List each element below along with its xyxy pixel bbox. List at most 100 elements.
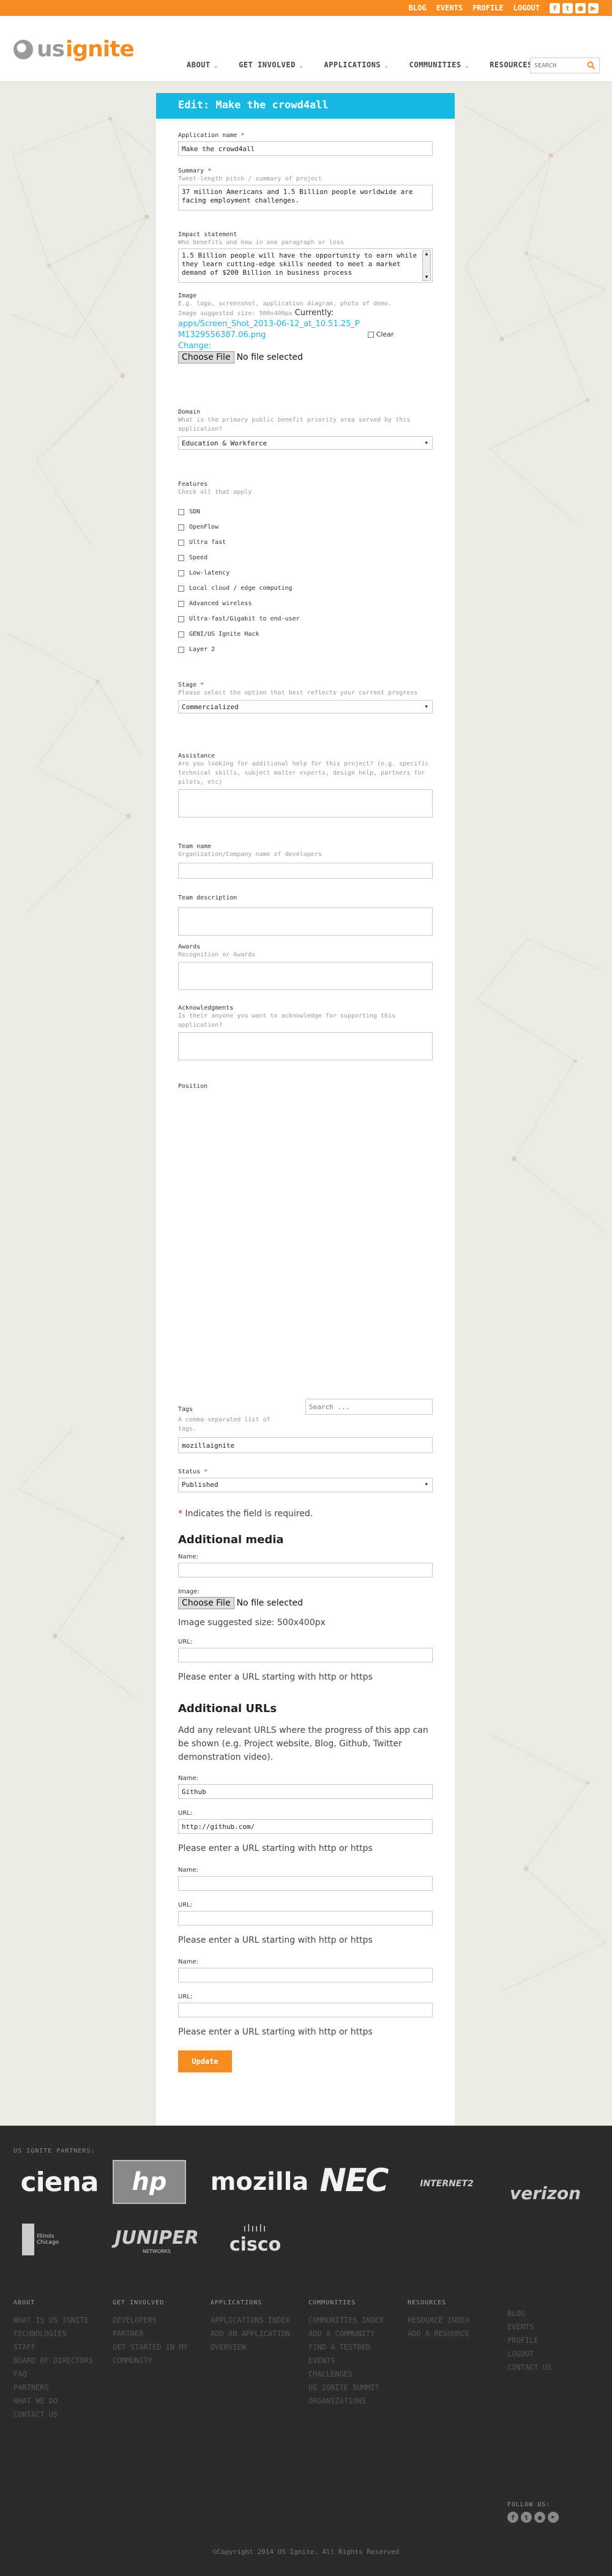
awards-textarea[interactable]: [178, 962, 433, 990]
footer-link[interactable]: FIND A TESTBED: [308, 2340, 406, 2354]
media-name-input[interactable]: [178, 1563, 433, 1577]
feature-option[interactable]: Layer 2: [178, 642, 300, 657]
footer-link[interactable]: CONTACT US: [13, 2408, 111, 2421]
footer-link[interactable]: ADD A RESOURCE: [408, 2327, 506, 2340]
flickr-icon[interactable]: ●: [534, 2512, 545, 2523]
partner-logo-hp[interactable]: hp: [113, 2160, 186, 2204]
url-entry-name-input[interactable]: [178, 1876, 433, 1891]
nav-get-involved[interactable]: GET INVOLVED ⌄: [239, 61, 303, 69]
footer-link[interactable]: EVENTS: [507, 2320, 605, 2334]
feature-checkbox[interactable]: [178, 585, 184, 592]
media-choose-file-button[interactable]: Choose File: [178, 1597, 234, 1609]
nav-about[interactable]: ABOUT ⌄: [187, 61, 218, 69]
partner-logo-juniper[interactable]: JUNIPER NETWORKS: [114, 2224, 200, 2258]
partner-logo-ciena[interactable]: ciena: [13, 2165, 105, 2199]
feature-option[interactable]: OpenFlow: [178, 519, 300, 535]
media-url-input[interactable]: [178, 1648, 433, 1662]
team-description-textarea[interactable]: [178, 907, 433, 936]
site-search-input[interactable]: [531, 62, 583, 69]
footer-link[interactable]: GET STARTED IN MY COMMUNITY: [113, 2340, 211, 2367]
footer-link[interactable]: CONTACT US: [507, 2361, 605, 2374]
url-entry-name-input[interactable]: [178, 1968, 433, 1982]
scroll-up-icon[interactable]: ▲: [423, 251, 430, 257]
domain-select[interactable]: Education & Workforce: [178, 436, 433, 450]
feature-option[interactable]: Ultra-fast/Gigabit to end-user: [178, 611, 300, 627]
footer-link[interactable]: LOGOUT: [507, 2347, 605, 2361]
footer-link[interactable]: ORGANIZATIONS: [308, 2394, 406, 2408]
search-icon[interactable]: [583, 58, 599, 73]
feature-checkbox[interactable]: [178, 616, 184, 622]
topbar-blog-link[interactable]: BLOG: [409, 4, 427, 12]
footer-link[interactable]: WHAT IS US IGNITE: [13, 2314, 111, 2327]
topbar-profile-link[interactable]: PROFILE: [472, 4, 504, 12]
tags-search-input[interactable]: [305, 1399, 433, 1415]
flickr-icon[interactable]: ●: [575, 2, 586, 13]
impact-scrollbar[interactable]: ▲ ▼: [422, 250, 431, 281]
twitter-icon[interactable]: t: [562, 2, 573, 13]
url-entry-name-input[interactable]: [178, 1784, 433, 1799]
footer-link[interactable]: EVENTS: [308, 2354, 406, 2367]
footer-link[interactable]: ADD AN APPLICATION: [211, 2327, 308, 2340]
assistance-textarea[interactable]: [178, 789, 433, 817]
footer-link[interactable]: PARTNER: [113, 2327, 211, 2340]
feature-checkbox[interactable]: [178, 570, 184, 576]
url-entry-url-input[interactable]: [178, 1819, 433, 1834]
scroll-down-icon[interactable]: ▼: [423, 274, 430, 280]
footer-link[interactable]: RESOURCE INDEX: [408, 2314, 506, 2327]
footer-link[interactable]: WHAT WE DO: [13, 2394, 111, 2408]
feature-option[interactable]: GENI/US Ignite Hack: [178, 627, 300, 642]
image-clear-checkbox[interactable]: [367, 331, 374, 338]
stage-select[interactable]: Commercialized: [178, 700, 433, 713]
footer-link[interactable]: BOARD OF DIRECTORS: [13, 2354, 111, 2367]
acknowledgments-textarea[interactable]: [178, 1032, 433, 1060]
footer-link[interactable]: ADD A COMMUNITY: [308, 2327, 406, 2340]
footer-link[interactable]: TECHNOLOGIES: [13, 2327, 111, 2340]
url-entry-url-input[interactable]: [178, 1911, 433, 1926]
footer-link[interactable]: APPLICATIONS INDEX: [211, 2314, 308, 2327]
feature-option[interactable]: Local cloud / edge computing: [178, 581, 300, 596]
app-name-input[interactable]: [178, 141, 433, 156]
facebook-icon[interactable]: f: [507, 2512, 518, 2523]
feature-checkbox[interactable]: [178, 646, 184, 653]
feature-checkbox[interactable]: [178, 600, 184, 607]
position-map-area[interactable]: [178, 1090, 433, 1396]
summary-textarea[interactable]: 37 million Americans and 1.5 Billion peo…: [178, 185, 433, 210]
feature-checkbox[interactable]: [178, 508, 184, 515]
update-button[interactable]: Update: [178, 2050, 232, 2072]
impact-textarea[interactable]: 1.5 Billion people will have the opportu…: [178, 248, 433, 283]
partner-logo-illinois[interactable]: Illinois Chicago: [22, 2224, 95, 2255]
feature-checkbox[interactable]: [178, 554, 184, 561]
footer-link[interactable]: STAFF: [13, 2340, 111, 2354]
feature-checkbox[interactable]: [178, 631, 184, 638]
youtube-icon[interactable]: ▶: [588, 2, 599, 13]
image-choose-file-button[interactable]: Choose File: [178, 351, 234, 363]
footer-link[interactable]: PROFILE: [507, 2334, 605, 2347]
twitter-icon[interactable]: t: [521, 2512, 532, 2523]
footer-link[interactable]: DEVELOPERS: [113, 2314, 211, 2327]
topbar-events-link[interactable]: EVENTS: [436, 4, 463, 12]
footer-link[interactable]: US IGNITE SUMMIT: [308, 2381, 406, 2394]
nav-applications[interactable]: APPLICATIONS ⌄: [324, 61, 388, 69]
footer-link[interactable]: BLOG: [507, 2307, 605, 2320]
partner-logo-verizon[interactable]: verizon: [507, 2180, 584, 2206]
footer-link[interactable]: CHALLENGES: [308, 2367, 406, 2381]
feature-option[interactable]: Speed: [178, 550, 300, 565]
partner-logo-cisco[interactable]: ılıılı cisco: [222, 2220, 289, 2258]
feature-option[interactable]: Ultra fast: [178, 535, 300, 550]
status-select[interactable]: Published: [178, 1478, 433, 1492]
nav-communities[interactable]: COMMUNITIES ⌄: [409, 61, 469, 69]
image-current-file-link[interactable]: apps/Screen_Shot_2013-06-12_at_10.51.25_…: [178, 319, 360, 340]
us-ignite-logo[interactable]: us ignite: [13, 37, 135, 62]
partner-logo-mozilla[interactable]: mozilla: [211, 2165, 309, 2199]
feature-option[interactable]: Low-latency: [178, 565, 300, 581]
team-name-input[interactable]: [178, 863, 433, 879]
feature-option[interactable]: SDN: [178, 504, 300, 519]
footer-link[interactable]: FAQ: [13, 2367, 111, 2381]
youtube-icon[interactable]: ▶: [548, 2512, 559, 2523]
feature-checkbox[interactable]: [178, 524, 184, 530]
partner-logo-internet2[interactable]: INTERNET2: [410, 2162, 483, 2205]
topbar-logout-link[interactable]: LOGOUT: [513, 4, 540, 12]
tags-input[interactable]: [178, 1437, 433, 1453]
facebook-icon[interactable]: f: [550, 2, 560, 13]
footer-link[interactable]: COMMUNITIES INDEX: [308, 2314, 406, 2327]
